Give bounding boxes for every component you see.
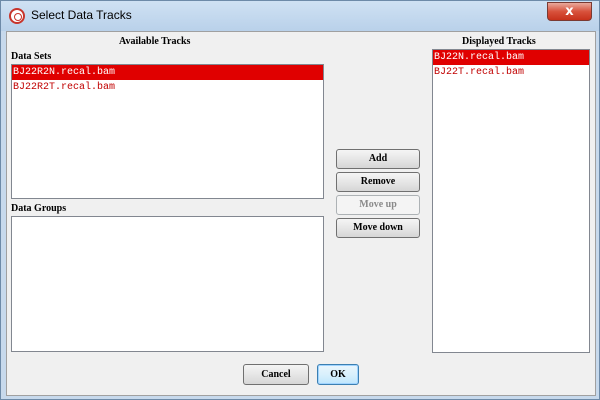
close-button[interactable]: x	[547, 2, 592, 21]
remove-button[interactable]: Remove	[336, 172, 420, 192]
move-up-button[interactable]: Move up	[336, 195, 420, 215]
add-button[interactable]: Add	[336, 149, 420, 169]
list-item[interactable]: BJ22T.recal.bam	[433, 65, 589, 80]
list-item[interactable]: BJ22N.recal.bam	[433, 50, 589, 65]
move-down-button[interactable]: Move down	[336, 218, 420, 238]
displayed-tracks-list[interactable]: BJ22N.recal.bam BJ22T.recal.bam	[432, 49, 590, 353]
data-sets-list[interactable]: BJ22R2N.recal.bam BJ22R2T.recal.bam	[11, 64, 324, 199]
displayed-tracks-heading: Displayed Tracks	[462, 36, 536, 47]
window-title: Select Data Tracks	[31, 8, 132, 22]
list-item[interactable]: BJ22R2N.recal.bam	[12, 65, 323, 80]
available-tracks-heading: Available Tracks	[119, 36, 191, 47]
app-icon	[9, 8, 25, 24]
ok-button[interactable]: OK	[317, 364, 359, 385]
cancel-button[interactable]: Cancel	[243, 364, 309, 385]
data-groups-label: Data Groups	[11, 203, 67, 214]
data-groups-list[interactable]	[11, 216, 324, 352]
dialog-window: Select Data Tracks x Available Tracks Da…	[0, 0, 600, 400]
dialog-body: Available Tracks Data Sets BJ22R2N.recal…	[6, 31, 596, 396]
title-bar[interactable]: Select Data Tracks x	[1, 1, 600, 31]
list-item[interactable]: BJ22R2T.recal.bam	[12, 80, 323, 95]
data-sets-label: Data Sets	[11, 51, 52, 62]
